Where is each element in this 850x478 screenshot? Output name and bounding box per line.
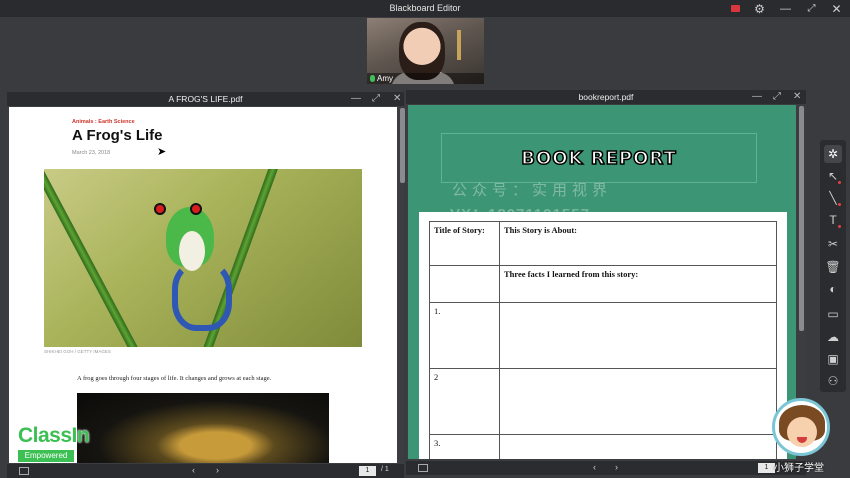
close-icon[interactable]: ✕ [793,90,801,104]
fact-cell[interactable] [499,302,777,369]
fact-number-cell[interactable]: 3. [429,434,500,459]
mascot-logo [772,398,830,456]
select-icon[interactable]: ↖ [824,167,842,185]
page-total: / 1 [381,466,389,473]
plant-stem [44,169,147,347]
minimize-icon[interactable]: — [351,92,361,106]
app-title-bar: Blackboard Editor ⚙ — ⤢ ✕ [0,0,850,17]
participant-name-bar: Amy [367,73,484,84]
watermark-text: 公众号：实用视界 [452,182,613,199]
minimize-icon[interactable]: — [779,2,792,15]
pdf-window-frog[interactable]: A FROG'S LIFE.pdf — ⤢ ✕ Animals : Earth … [7,92,405,478]
pen-icon[interactable]: ╲ [824,189,842,207]
page-number-input[interactable]: 1 [758,463,775,473]
article-date: March 23, 2018 [72,150,111,156]
toolbox-icon[interactable]: ▣ [824,350,842,368]
video-background-lamp [457,30,461,60]
chat-icon[interactable]: ▭ [824,305,842,323]
report-heading: BOOK REPORT [520,147,677,170]
thumbnail-icon[interactable] [19,467,29,475]
window-title: bookreport.pdf [578,92,634,102]
story-about-cell[interactable]: This Story is About: [499,221,777,266]
text-icon[interactable]: T [824,211,842,229]
empty-cell[interactable] [429,265,500,303]
cloud-icon[interactable]: ☁ [824,328,842,346]
article-category: Animals : Earth Science [72,119,135,125]
mascot-text: 小狮子学堂 [774,463,824,474]
pdf-window-bookreport[interactable]: bookreport.pdf — ⤢ ✕ BOOK REPORT 公众号：实用视… [406,90,806,475]
article-body: A frog goes through four stages of life.… [77,375,272,382]
gear-icon[interactable]: ⚙ [753,2,766,16]
participant-video[interactable]: Amy [367,18,484,84]
close-icon[interactable]: ✕ [830,2,843,16]
fact-cell[interactable] [499,434,777,459]
report-table: Title of Story: This Story is About: Thr… [429,221,777,459]
expand-icon[interactable]: ⤢ [372,92,380,106]
previous-page-icon[interactable]: ‹ [192,465,195,475]
title-of-story-cell[interactable]: Title of Story: [429,221,500,266]
scissors-icon[interactable]: ✂ [824,235,842,253]
classin-empowered-badge: Empowered [18,450,74,462]
minimize-icon[interactable]: — [752,90,762,104]
frog-photo [44,169,362,347]
three-facts-cell[interactable]: Three facts I learned from this story: [499,265,777,303]
close-icon[interactable]: ✕ [393,92,401,106]
cursor-icon[interactable]: ✲ [824,145,842,163]
window-footer: ‹ › 1 / 1 [7,464,404,478]
next-page-icon[interactable]: › [216,465,219,475]
students-icon[interactable]: ⚇ [824,372,842,390]
window-title: A FROG'S LIFE.pdf [168,94,243,104]
pdf-page[interactable]: Animals : Earth Science A Frog's Life Ma… [9,107,397,463]
pdf-page[interactable]: BOOK REPORT 公众号：实用视界 VX：18071191557 Titl… [408,105,796,459]
participant-name: Amy [377,74,393,83]
window-header[interactable]: bookreport.pdf — ⤢ ✕ [406,90,806,104]
fact-cell[interactable] [499,368,777,435]
report-banner: BOOK REPORT [441,133,757,183]
frog-belly [179,231,205,271]
article-title: A Frog's Life [72,127,163,144]
laser-icon[interactable]: ◐ [824,280,842,298]
fact-number-cell[interactable]: 1. [429,302,500,369]
fact-number-cell[interactable]: 2 [429,368,500,435]
trash-icon[interactable]: 🗑 [824,258,842,276]
frog-leg [172,261,232,331]
mouse-cursor-icon: ➤ [157,146,167,158]
frog-eye [190,203,202,215]
frog-photo-2 [77,393,329,463]
whiteboard-toolbar: ✲ ↖ ╲ T ✂ 🗑 ◐ ▭ ☁ ▣ ⚇ [820,140,846,392]
window-footer: ‹ › 1 [406,461,806,475]
window-header[interactable]: A FROG'S LIFE.pdf — ⤢ ✕ [7,92,404,106]
frog-eye [154,203,166,215]
photo-credit: SHIKHEI GOH / GETTY IMAGES [44,349,111,354]
thumbnail-icon[interactable] [418,464,428,472]
app-title: Blackboard Editor [389,3,461,13]
report-form: Title of Story: This Story is About: Thr… [419,212,787,459]
scrollbar[interactable] [799,106,804,331]
next-page-icon[interactable]: › [615,462,618,472]
scrollbar[interactable] [400,108,405,183]
microphone-icon [370,75,375,82]
classin-logo: ClassIn [18,424,90,447]
previous-page-icon[interactable]: ‹ [593,462,596,472]
video-participant-face [399,22,445,80]
record-icon[interactable] [729,2,742,15]
maximize-icon[interactable]: ⤢ [805,2,818,15]
page-number-input[interactable]: 1 [359,466,376,476]
expand-icon[interactable]: ⤢ [773,90,781,104]
